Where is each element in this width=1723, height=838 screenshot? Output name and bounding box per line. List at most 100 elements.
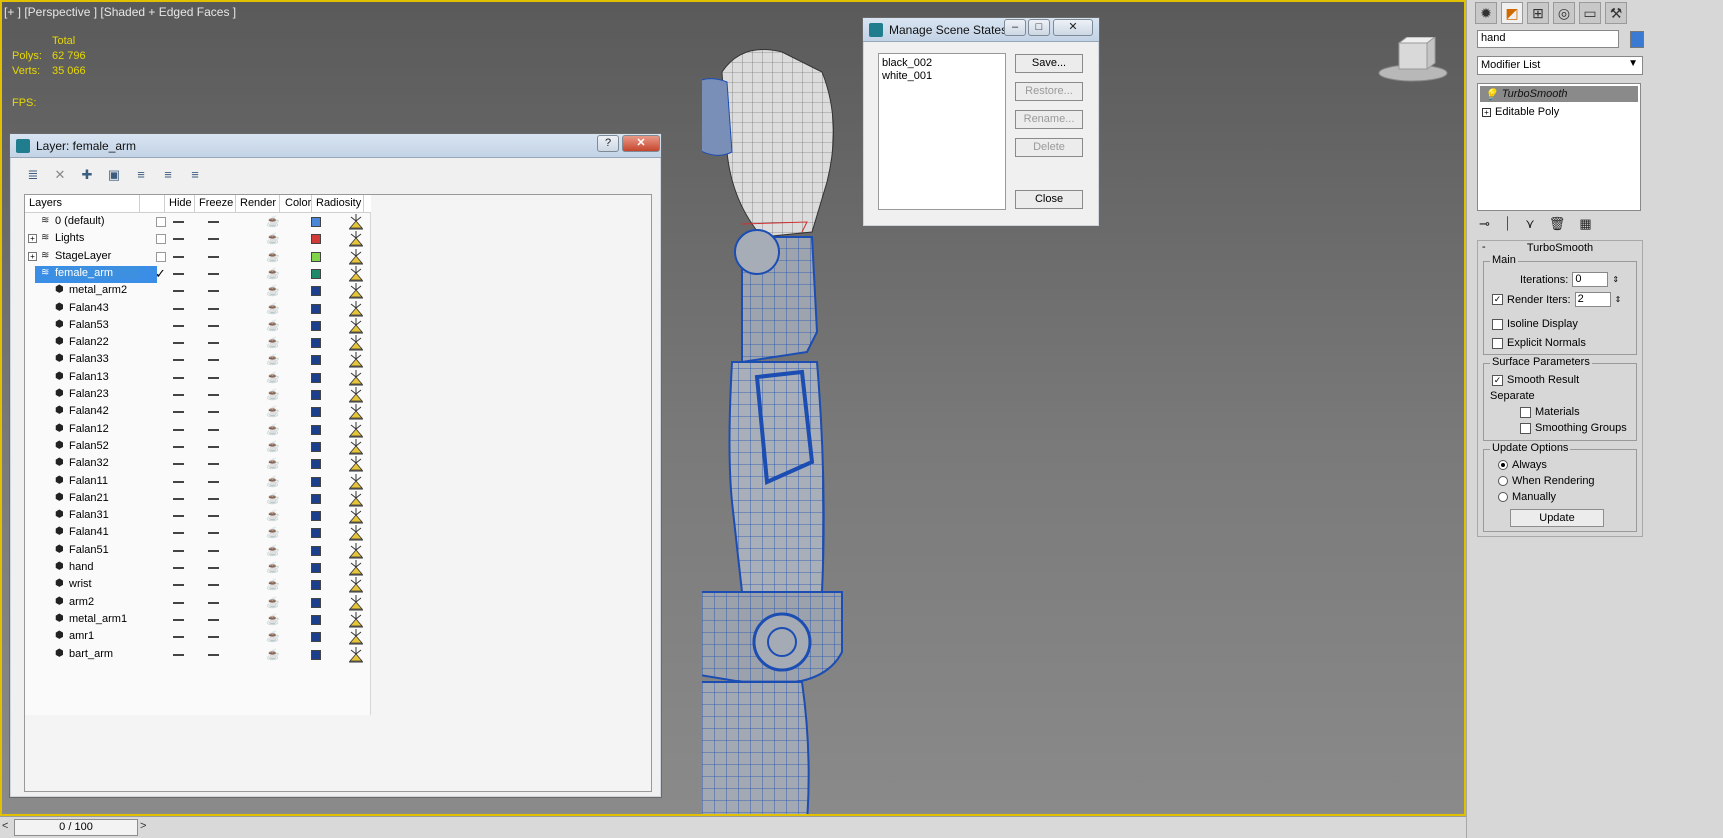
hide-toggle[interactable] bbox=[173, 480, 184, 483]
col-layers[interactable]: Layers bbox=[29, 197, 62, 209]
render-teapot-icon[interactable]: ☕ bbox=[266, 319, 280, 332]
object-row[interactable]: ⬢ bart_arm ☕ bbox=[25, 646, 371, 665]
radiosity-icon[interactable] bbox=[348, 438, 364, 455]
object-row[interactable]: ⬢ Falan42 ☕ bbox=[25, 403, 371, 422]
hide-toggle[interactable] bbox=[173, 567, 184, 569]
object-color-swatch[interactable] bbox=[1630, 31, 1644, 48]
render-teapot-icon[interactable]: ☕ bbox=[266, 544, 280, 557]
object-name[interactable]: bart_arm bbox=[69, 648, 113, 660]
freeze-toggle[interactable] bbox=[208, 549, 219, 552]
render-teapot-icon[interactable]: ☕ bbox=[266, 336, 280, 349]
layer-color-swatch[interactable] bbox=[311, 511, 321, 522]
hide-toggle[interactable] bbox=[173, 290, 184, 293]
hide-toggle[interactable] bbox=[173, 221, 184, 223]
expand-icon[interactable]: + bbox=[28, 251, 37, 261]
layer-color-swatch[interactable] bbox=[311, 251, 321, 262]
object-row[interactable]: ⬢ wrist ☕ bbox=[25, 576, 371, 595]
object-name[interactable]: Falan53 bbox=[69, 319, 109, 331]
rename-button[interactable]: Rename... bbox=[1015, 110, 1083, 129]
freeze-toggle[interactable] bbox=[208, 376, 219, 379]
col-radiosity[interactable]: Radiosity bbox=[316, 197, 361, 209]
render-teapot-icon[interactable]: ☕ bbox=[266, 267, 280, 280]
layer-color-swatch[interactable] bbox=[311, 459, 321, 470]
layer-color-swatch[interactable] bbox=[311, 597, 321, 608]
freeze-toggle[interactable] bbox=[208, 307, 219, 310]
close-button[interactable]: ✕ bbox=[622, 135, 660, 152]
hide-toggle[interactable] bbox=[173, 376, 184, 379]
time-prev-button[interactable]: < bbox=[2, 820, 14, 836]
hide-toggle[interactable] bbox=[173, 532, 184, 535]
spinner-arrows-icon[interactable]: ⇕ bbox=[1615, 295, 1622, 304]
object-name[interactable]: Falan12 bbox=[69, 423, 109, 435]
always-radio[interactable] bbox=[1498, 460, 1508, 470]
hide-toggle[interactable] bbox=[173, 653, 184, 656]
radiosity-icon[interactable] bbox=[348, 317, 364, 334]
freeze-toggle[interactable] bbox=[208, 255, 219, 258]
hide-toggle[interactable] bbox=[173, 601, 184, 604]
expand-icon[interactable]: + bbox=[28, 234, 37, 244]
freeze-toggle[interactable] bbox=[208, 532, 219, 535]
time-next-button[interactable]: > bbox=[140, 820, 152, 836]
freeze-toggle[interactable] bbox=[208, 636, 219, 639]
layer-color-swatch[interactable] bbox=[311, 338, 321, 349]
freeze-toggle[interactable] bbox=[208, 394, 219, 396]
radiosity-icon[interactable] bbox=[348, 611, 364, 628]
layer-color-swatch[interactable] bbox=[311, 424, 321, 435]
help-button[interactable]: ? bbox=[597, 135, 619, 152]
object-row[interactable]: ⬢ arm2 ☕ bbox=[25, 594, 371, 613]
radiosity-icon[interactable] bbox=[348, 576, 364, 593]
layer-name[interactable]: Lights bbox=[55, 232, 84, 244]
object-row[interactable]: ⬢ Falan21 ☕ bbox=[25, 490, 371, 509]
layer-name[interactable]: StageLayer bbox=[55, 250, 111, 262]
create-tab-icon[interactable]: ✹ bbox=[1475, 2, 1497, 24]
render-teapot-icon[interactable]: ☕ bbox=[266, 648, 280, 661]
render-iters-checkbox[interactable]: ✓ bbox=[1492, 294, 1503, 305]
radiosity-icon[interactable] bbox=[348, 473, 364, 490]
render-teapot-icon[interactable]: ☕ bbox=[266, 561, 280, 574]
hide-toggle[interactable] bbox=[173, 463, 184, 466]
freeze-all-icon[interactable]: ≡ bbox=[186, 166, 204, 184]
explicit-normals-checkbox[interactable] bbox=[1492, 337, 1503, 349]
render-teapot-icon[interactable]: ☕ bbox=[266, 613, 280, 626]
object-name[interactable]: Falan41 bbox=[69, 526, 109, 538]
layer-color-swatch[interactable] bbox=[311, 493, 321, 504]
object-name[interactable]: amr1 bbox=[69, 630, 94, 642]
hide-toggle[interactable] bbox=[173, 549, 184, 552]
freeze-toggle[interactable] bbox=[208, 411, 219, 414]
hide-toggle[interactable] bbox=[173, 359, 184, 362]
freeze-toggle[interactable] bbox=[208, 480, 219, 483]
object-name[interactable]: Falan52 bbox=[69, 440, 109, 452]
radiosity-icon[interactable] bbox=[348, 559, 364, 576]
freeze-toggle[interactable] bbox=[208, 445, 219, 448]
layer-row[interactable]: + ≋ Lights ☕ bbox=[25, 230, 371, 249]
active-layer-checkbox[interactable] bbox=[156, 217, 166, 227]
restore-button[interactable]: Restore... bbox=[1015, 82, 1083, 101]
highlight-layer-icon[interactable]: ≡ bbox=[132, 166, 150, 184]
object-row[interactable]: ⬢ Falan13 ☕ bbox=[25, 369, 371, 388]
freeze-toggle[interactable] bbox=[208, 324, 219, 327]
freeze-toggle[interactable] bbox=[208, 238, 219, 241]
layer-color-swatch[interactable] bbox=[311, 234, 321, 245]
layer-color-swatch[interactable] bbox=[311, 372, 321, 383]
freeze-toggle[interactable] bbox=[208, 342, 219, 345]
freeze-toggle[interactable] bbox=[208, 567, 219, 569]
render-teapot-icon[interactable]: ☕ bbox=[266, 492, 280, 505]
freeze-toggle[interactable] bbox=[208, 618, 219, 621]
freeze-toggle[interactable] bbox=[208, 584, 219, 587]
close-button[interactable]: Close bbox=[1015, 190, 1083, 209]
render-teapot-icon[interactable]: ☕ bbox=[266, 509, 280, 522]
freeze-toggle[interactable] bbox=[208, 428, 219, 431]
stack-item-turbosmooth[interactable]: 💡 TurboSmooth bbox=[1480, 86, 1638, 102]
hide-all-icon[interactable]: ≡ bbox=[159, 166, 177, 184]
radiosity-icon[interactable] bbox=[348, 351, 364, 368]
hide-toggle[interactable] bbox=[173, 584, 184, 587]
object-row[interactable]: ⬢ Falan22 ☕ bbox=[25, 334, 371, 353]
hide-toggle[interactable] bbox=[173, 307, 184, 310]
object-name[interactable]: hand bbox=[69, 561, 93, 573]
pin-stack-icon[interactable]: ⊸ bbox=[1479, 216, 1490, 232]
object-row[interactable]: ⬢ hand ☕ bbox=[25, 559, 371, 578]
isoline-checkbox[interactable] bbox=[1492, 318, 1503, 330]
iterations-spinner[interactable]: 0 bbox=[1572, 272, 1609, 287]
render-teapot-icon[interactable]: ☕ bbox=[266, 388, 280, 401]
hide-toggle[interactable] bbox=[173, 411, 184, 414]
